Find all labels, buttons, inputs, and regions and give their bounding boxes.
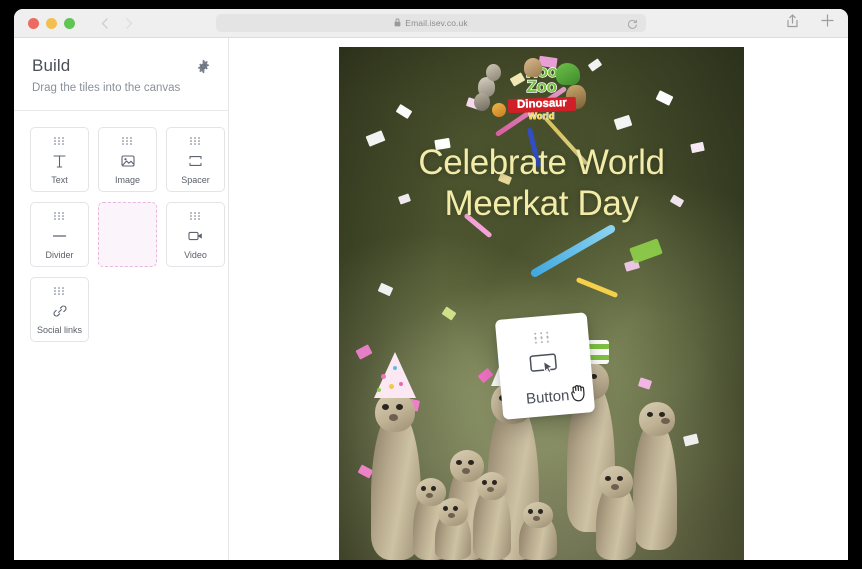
- nav-buttons[interactable]: [101, 17, 133, 29]
- drag-grip-icon[interactable]: [190, 137, 201, 145]
- tile-image[interactable]: Image: [98, 127, 157, 192]
- tile-label: Divider: [45, 250, 74, 260]
- drag-grip-icon[interactable]: [534, 331, 551, 344]
- gear-icon[interactable]: [196, 59, 211, 79]
- tile-label: Spacer: [181, 175, 210, 185]
- text-icon: [53, 151, 66, 171]
- tile-spacer[interactable]: Spacer: [166, 127, 225, 192]
- tile-palette: Text Image Spacer Divider Video Social l…: [14, 111, 228, 342]
- sidebar-header: Build Drag the tiles into the canvas: [14, 38, 228, 111]
- brand-logo: Hoo Zoo Dinosaur World: [473, 58, 590, 121]
- video-icon: [188, 226, 203, 246]
- link-icon: [53, 301, 67, 321]
- sidebar-subtitle: Drag the tiles into the canvas: [32, 82, 181, 94]
- email-preview: Hoo Zoo Dinosaur World Celebrate World M…: [339, 47, 744, 560]
- email-canvas[interactable]: Hoo Zoo Dinosaur World Celebrate World M…: [229, 38, 848, 560]
- drag-grip-icon[interactable]: [54, 212, 65, 220]
- tile-text[interactable]: Text: [30, 127, 89, 192]
- lock-icon: [394, 14, 401, 32]
- meerkat: [515, 498, 561, 560]
- meerkat: [469, 464, 515, 560]
- tile-label: Image: [114, 175, 140, 185]
- drag-grip-icon[interactable]: [54, 287, 65, 295]
- tile-video[interactable]: Video: [166, 202, 225, 267]
- share-icon[interactable]: [786, 13, 799, 33]
- tile-label: Video: [184, 250, 207, 260]
- divider-icon: [52, 226, 67, 246]
- plus-icon[interactable]: [821, 14, 834, 32]
- back-icon[interactable]: [101, 17, 108, 29]
- dragged-tile-label: Button: [525, 387, 571, 408]
- headline-line-2: Meerkat Day: [444, 183, 639, 223]
- sidebar: Build Drag the tiles into the canvas Tex…: [14, 38, 229, 560]
- minimize-button[interactable]: [46, 17, 57, 29]
- address-bar[interactable]: Email.isev.co.uk: [216, 14, 646, 32]
- forward-icon[interactable]: [126, 17, 133, 29]
- logo-line-4: World: [528, 110, 555, 121]
- url-text: Email.isev.co.uk: [405, 18, 468, 28]
- tile-social-links[interactable]: Social links: [30, 277, 89, 342]
- reload-icon[interactable]: [627, 17, 638, 35]
- tile-label: Social links: [36, 325, 83, 335]
- drag-grip-icon[interactable]: [54, 137, 65, 145]
- window-controls[interactable]: [28, 17, 75, 29]
- maximize-button[interactable]: [64, 17, 75, 29]
- image-icon: [120, 151, 135, 171]
- headline-line-1: Celebrate World: [418, 143, 665, 182]
- screenshot-stage: Email.isev.co.uk Build Drag the tiles in…: [0, 0, 862, 569]
- spacer-icon: [188, 151, 203, 171]
- meerkat: [591, 458, 641, 560]
- tile-divider[interactable]: Divider: [30, 202, 89, 267]
- tile-label: Text: [51, 175, 68, 185]
- page-title: Build: [32, 56, 71, 75]
- browser-window: Email.isev.co.uk Build Drag the tiles in…: [14, 9, 848, 560]
- toolbar-right-actions[interactable]: [786, 13, 834, 33]
- browser-toolbar: Email.isev.co.uk: [14, 9, 848, 38]
- grabbing-hand-icon: [568, 380, 589, 408]
- app-body: Build Drag the tiles into the canvas Tex…: [14, 38, 848, 560]
- dragged-button-tile[interactable]: Button: [494, 312, 596, 420]
- tile-placeholder-empty: [98, 202, 157, 267]
- email-headline: Celebrate World Meerkat Day: [339, 143, 744, 224]
- button-cursor-icon: [529, 352, 561, 382]
- drag-grip-icon[interactable]: [190, 212, 201, 220]
- drag-grip-icon[interactable]: [122, 137, 133, 145]
- logo-line-3: Dinosaur: [507, 96, 576, 113]
- close-button[interactable]: [28, 17, 39, 29]
